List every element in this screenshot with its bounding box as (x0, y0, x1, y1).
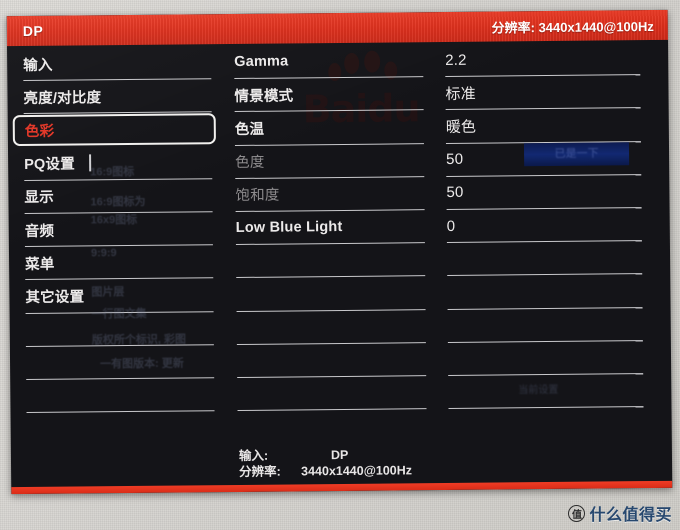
status-input-value: DP (330, 447, 349, 463)
setting-label: Low Blue Light (235, 219, 343, 237)
setting-label: 情景模式 (234, 88, 294, 105)
setting-empty-row (236, 309, 426, 345)
value-empty-row (447, 274, 643, 310)
osd-body: 输入 亮度/对比度 色彩 PQ设置 显示 音频 菜单 其它设置 16:9图标 1… (7, 40, 672, 446)
watermark-site-name: 什么值得买 (589, 507, 672, 524)
sidebar-item-label: 输入 (23, 57, 53, 74)
sidebar-item-other-settings[interactable]: 其它设置 (25, 278, 214, 314)
setting-empty-row (236, 342, 427, 378)
setting-value: 0 (446, 217, 456, 235)
sidebar-item-pq-settings[interactable]: PQ设置 (23, 145, 213, 181)
watermark-badge-icon: 值 (568, 504, 586, 522)
value-row-color-temperature[interactable]: 暖色 (445, 108, 641, 144)
setting-value: 2.2 (445, 51, 467, 69)
setting-value: 50 (446, 150, 464, 169)
input-source-label: DP (22, 22, 44, 40)
value-empty-row (448, 373, 644, 410)
sidebar-item-label: 色彩 (24, 124, 55, 141)
status-resolution-line: 分辨率: 3440x1440@100Hz (239, 460, 672, 480)
sidebar-item-input[interactable]: 输入 (23, 46, 212, 82)
value-empty-row (449, 407, 644, 442)
sidebar-item-audio[interactable]: 音频 (24, 212, 213, 248)
sidebar-item-color[interactable]: 色彩 (12, 113, 216, 148)
sidebar-item-label: 亮度/对比度 (23, 90, 102, 107)
value-row-gamma[interactable]: 2.2 (445, 42, 641, 78)
sidebar-item-display[interactable]: 显示 (24, 178, 213, 214)
sidebar-item-label: 显示 (24, 190, 54, 207)
setting-row-low-blue-light[interactable]: Low Blue Light (235, 210, 425, 246)
sidebar-item-label: PQ设置 (24, 156, 75, 174)
value-empty-row (446, 241, 643, 277)
sidebar-item-label: 菜单 (25, 256, 55, 273)
sidebar-empty-row (26, 378, 215, 414)
setting-empty-row (237, 376, 427, 412)
setting-row-color-temperature[interactable]: 色温 (234, 110, 424, 146)
sidebar-item-menu[interactable]: 菜单 (24, 245, 214, 281)
osd-values-column: 已是一下 当前设置 2.2 标准 暖色 50 50 0 (433, 40, 672, 442)
setting-label: 饱和度 (235, 187, 280, 205)
sidebar-item-brightness-contrast[interactable]: 亮度/对比度 (23, 79, 212, 115)
sidebar-empty-row (27, 411, 215, 446)
setting-label: 色度 (235, 154, 265, 172)
setting-row-saturation[interactable]: 饱和度 (235, 176, 425, 212)
setting-row-gamma[interactable]: Gamma (234, 44, 424, 80)
setting-empty-row (235, 243, 426, 279)
sidebar-empty-row (25, 344, 215, 380)
site-watermark: 值 什么值得买 (568, 501, 672, 525)
value-row-picture-mode[interactable]: 标准 (445, 75, 641, 111)
setting-empty-row (238, 409, 427, 444)
value-row-hue[interactable]: 50 (445, 141, 642, 177)
sidebar-item-label: 音频 (24, 223, 55, 240)
sidebar-item-label: 其它设置 (25, 289, 85, 306)
osd-settings-column: Gamma 情景模式 色温 色度 饱和度 Low Blue Light (220, 42, 437, 444)
setting-value: 暖色 (445, 118, 477, 136)
setting-value: 50 (446, 184, 464, 202)
setting-row-hue[interactable]: 色度 (234, 143, 425, 179)
setting-row-picture-mode[interactable]: 情景模式 (234, 77, 424, 113)
setting-label: 色温 (234, 121, 265, 138)
monitor-osd-panel: Baidu DP 分辨率: 3440x1440@100Hz 输入 亮度/对比度 … (6, 9, 673, 495)
sidebar-empty-row (25, 311, 214, 347)
status-input-label: 输入: (238, 448, 269, 463)
header-resolution-label: 分辨率: 3440x1440@100Hz (491, 18, 654, 36)
value-row-saturation[interactable]: 50 (446, 174, 642, 210)
status-resolution-value: 3440x1440@100Hz (301, 462, 413, 478)
text-caret-icon (88, 154, 91, 172)
osd-category-column: 输入 亮度/对比度 色彩 PQ设置 显示 音频 菜单 其它设置 16:9图标 1… (7, 44, 224, 446)
osd-status-area: 输入: DP 分辨率: 3440x1440@100Hz (11, 445, 672, 482)
setting-value: 标准 (445, 85, 476, 103)
value-empty-row (447, 307, 643, 343)
value-row-low-blue-light[interactable]: 0 (446, 208, 642, 244)
value-empty-row (447, 340, 644, 376)
setting-label: Gamma (234, 53, 289, 71)
setting-empty-row (236, 276, 426, 312)
status-resolution-label: 分辨率: (239, 464, 281, 479)
